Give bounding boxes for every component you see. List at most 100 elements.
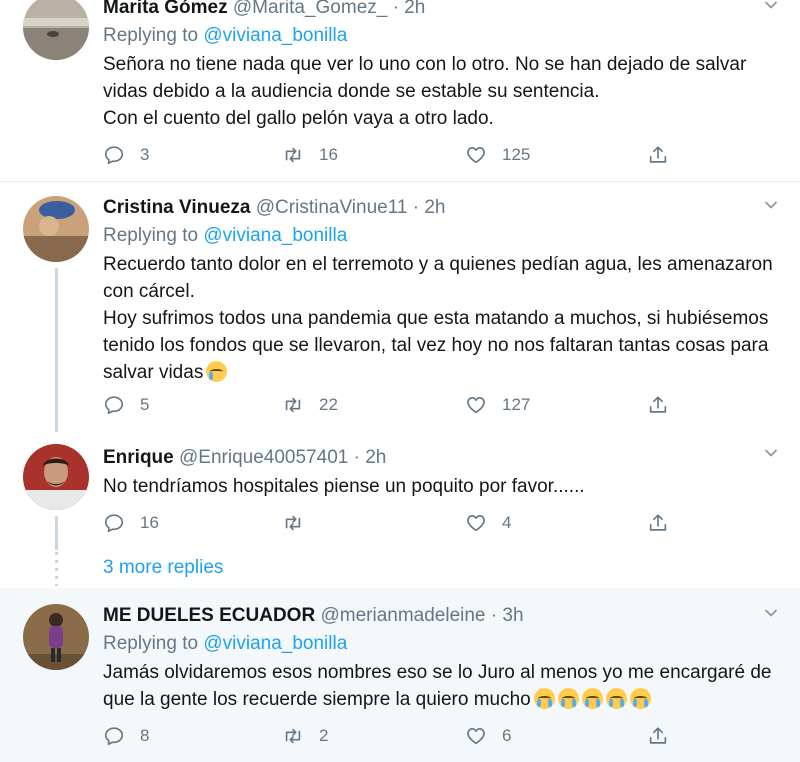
tweet-text-line: Con el cuento del gallo pelón vaya a otr… [103, 108, 494, 129]
retweet-count: 2 [319, 726, 329, 745]
reply-count: 16 [140, 513, 159, 532]
tweet-actions: 5 22 127 [103, 392, 683, 418]
share-button[interactable] [647, 392, 669, 418]
mention-link[interactable]: @viviana_bonilla [203, 633, 347, 654]
tweet-text: No tendríamos hospitales piense un poqui… [103, 473, 780, 500]
tweet-enrique[interactable]: Enrique @Enrique40057401 · 2h No tendría… [0, 432, 800, 550]
thread-dots [55, 552, 58, 586]
tweet-text-fragment: Jamás olvidaremos esos nombres eso se lo… [103, 662, 772, 710]
retweet-button[interactable]: 16 [282, 142, 338, 168]
replying-label: Replying to [103, 633, 199, 654]
retweet-button[interactable]: 22 [282, 392, 338, 418]
tweet-text-line: Hoy sufrimos todos una pandemia que esta… [103, 305, 780, 386]
like-button[interactable]: 4 [465, 510, 511, 536]
tweet-text-line: Recuerdo tanto dolor en el terremoto y a… [103, 254, 773, 302]
retweet-count: 22 [319, 395, 338, 414]
avatar[interactable] [23, 0, 89, 60]
more-replies-row: 3 more replies [0, 550, 800, 589]
thread-line [55, 516, 58, 550]
loudly-crying-face-emoji-icon [605, 688, 627, 709]
chevron-down-icon[interactable] [764, 446, 778, 460]
loudly-crying-face-emoji-icon [629, 688, 651, 709]
like-icon [467, 515, 485, 532]
author-name[interactable]: ME DUELES ECUADOR [103, 605, 315, 626]
tweet-text: Recuerdo tanto dolor en el terremoto y a… [103, 251, 780, 386]
chevron-down-icon[interactable] [764, 198, 778, 212]
mention-link[interactable]: @viviana_bonilla [203, 225, 347, 246]
reply-button[interactable]: 3 [103, 142, 149, 168]
tweet-text-fragment: Hoy sufrimos todos una pandemia que esta… [103, 308, 769, 383]
retweet-icon [285, 515, 301, 531]
like-icon [467, 397, 485, 414]
share-icon [649, 727, 667, 744]
avatar[interactable] [23, 196, 89, 262]
like-count: 127 [502, 395, 531, 414]
tweet-time[interactable]: 2h [365, 447, 386, 468]
share-button[interactable] [647, 142, 669, 168]
author-handle[interactable]: @CristinaVinue11 [256, 197, 408, 218]
tweet-actions: 3 16 125 [103, 142, 683, 168]
share-icon [649, 396, 667, 413]
tweet-actions: 16 4 [103, 510, 683, 536]
reply-icon [104, 396, 124, 415]
share-button[interactable] [647, 723, 669, 749]
replying-label: Replying to [103, 25, 199, 46]
author-handle[interactable]: @Enrique40057401 [179, 447, 348, 468]
tweet-text-line: No tendríamos hospitales piense un poqui… [103, 476, 585, 497]
avatar[interactable] [23, 444, 89, 510]
separator-dot: · [490, 605, 498, 626]
separator-dot: · [353, 447, 360, 468]
tweet-actions: 8 2 6 [103, 723, 683, 749]
replying-label: Replying to [103, 225, 199, 246]
separator-dot: · [412, 197, 420, 218]
thread-line [55, 268, 58, 432]
mention-link[interactable]: @viviana_bonilla [203, 25, 347, 46]
share-button[interactable] [647, 510, 669, 536]
author-handle[interactable]: @Marita_Gomez_ [233, 0, 387, 18]
author-handle[interactable]: @merianmadeleine [320, 605, 485, 626]
retweet-count: 16 [319, 145, 338, 164]
retweet-button[interactable] [282, 510, 319, 536]
reply-button[interactable]: 5 [103, 392, 149, 418]
replying-to: Replying to @viviana_bonilla [103, 22, 780, 50]
like-button[interactable]: 127 [465, 392, 530, 418]
share-icon [649, 146, 667, 163]
tweet-header: Marita Gómez @Marita_Gomez_ · 2h [103, 0, 780, 22]
reply-icon [104, 514, 124, 533]
author-name[interactable]: Cristina Vinueza [103, 197, 250, 218]
replying-to: Replying to @viviana_bonilla [103, 630, 780, 658]
tweet-text-line: Señora no tiene nada que ver lo uno con … [103, 54, 747, 102]
reply-button[interactable]: 16 [103, 510, 159, 536]
tweet-marita-gomez[interactable]: Marita Gómez @Marita_Gomez_ · 2h Replyin… [0, 0, 800, 182]
tweet-cristina-vinueza[interactable]: Cristina Vinueza @CristinaVinue11 · 2h R… [0, 182, 800, 432]
reply-icon [104, 727, 124, 746]
retweet-button[interactable]: 2 [282, 723, 328, 749]
avatar-image [23, 196, 89, 262]
share-icon [649, 514, 667, 531]
loudly-crying-face-emoji-icon [557, 688, 579, 709]
author-name[interactable]: Marita Gómez [103, 0, 228, 18]
tweet-me-dueles-ecuador[interactable]: ME DUELES ECUADOR @merianmadeleine · 3h … [0, 588, 800, 762]
tweet-time[interactable]: 2h [424, 197, 445, 218]
like-count: 6 [502, 726, 512, 745]
avatar[interactable] [23, 604, 89, 670]
tweet-header: Cristina Vinueza @CristinaVinue11 · 2h [103, 194, 780, 222]
like-icon [467, 728, 485, 745]
avatar-image [23, 444, 89, 510]
more-replies-link[interactable]: 3 more replies [103, 557, 223, 579]
chevron-down-icon[interactable] [764, 606, 778, 620]
reply-icon [104, 146, 124, 165]
like-icon [467, 147, 485, 164]
like-count: 4 [502, 513, 512, 532]
chevron-down-icon[interactable] [764, 0, 778, 12]
retweet-icon [285, 147, 301, 163]
reply-count: 8 [140, 726, 150, 745]
like-button[interactable]: 6 [465, 723, 511, 749]
tweet-header: ME DUELES ECUADOR @merianmadeleine · 3h [103, 602, 780, 630]
like-button[interactable]: 125 [465, 142, 530, 168]
tweet-time[interactable]: 2h [404, 0, 425, 18]
tweet-time[interactable]: 3h [502, 605, 523, 626]
avatar-image [23, 604, 89, 670]
author-name[interactable]: Enrique [103, 447, 174, 468]
reply-button[interactable]: 8 [103, 723, 149, 749]
